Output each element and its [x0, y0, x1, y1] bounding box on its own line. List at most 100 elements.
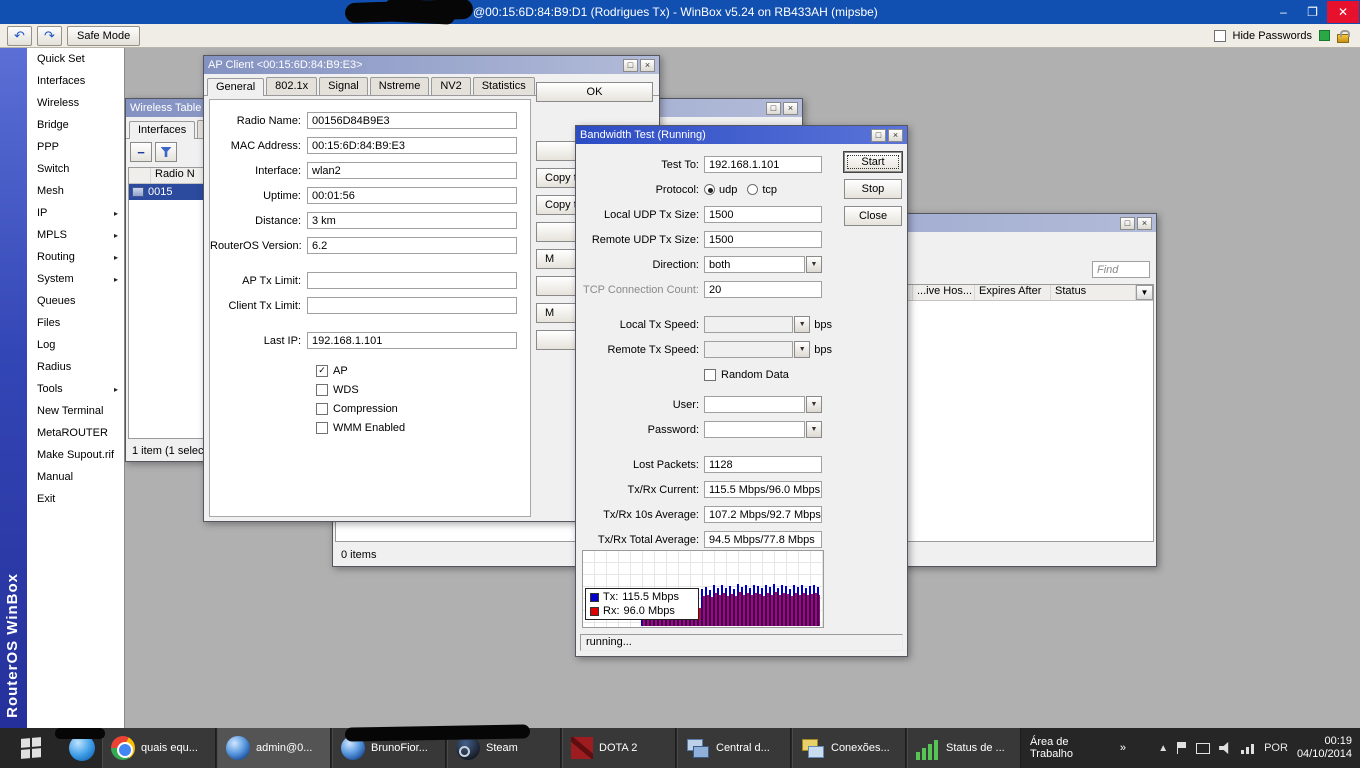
maximize-icon[interactable]: □	[623, 58, 638, 72]
start-button[interactable]	[0, 728, 62, 768]
direction-select[interactable]: both	[704, 256, 805, 273]
client-tx-limit-input[interactable]	[307, 297, 517, 314]
tray-flag-icon[interactable]	[1177, 742, 1188, 754]
ap-client-titlebar[interactable]: AP Client <00:15:6D:84:B9:E3> □ ×	[204, 56, 659, 74]
tray-display-icon[interactable]	[1196, 742, 1211, 754]
column-header-ive-hos[interactable]: ...ive Hos...	[913, 285, 975, 300]
desktop-toolbar[interactable]: Área de Trabalho »	[1022, 728, 1126, 768]
remote-tx-speed-input[interactable]	[704, 341, 794, 358]
chevron-down-icon[interactable]: ▼	[806, 256, 822, 273]
find-input[interactable]	[1092, 261, 1150, 278]
minimize-icon[interactable]: –	[1269, 1, 1298, 23]
sidebar-item-tools[interactable]: Tools ▸	[27, 378, 124, 400]
sidebar-item-ip[interactable]: IP ▸	[27, 202, 124, 224]
sidebar-item-exit[interactable]: Exit	[27, 488, 124, 510]
undo-button[interactable]: ↶	[7, 25, 32, 46]
ok-button[interactable]: OK	[536, 82, 653, 102]
tray-network-icon[interactable]	[1241, 742, 1256, 754]
tab-signal[interactable]: Signal	[319, 77, 368, 95]
random-data-checkbox[interactable]	[704, 368, 716, 381]
taskbar-item-admin-0[interactable]: admin@0...	[217, 728, 331, 768]
filter-button[interactable]	[155, 142, 177, 162]
start-button[interactable]: Start	[844, 152, 902, 172]
local-tx-speed-input[interactable]	[704, 316, 794, 333]
maximize-icon[interactable]: □	[766, 101, 781, 115]
sidebar-item-quick-set[interactable]: Quick Set	[27, 48, 124, 70]
radio-name-input[interactable]: 00156D84B9E3	[307, 112, 517, 129]
sidebar-item-log[interactable]: Log	[27, 334, 124, 356]
close-icon[interactable]: ×	[783, 101, 798, 115]
tcp-radio[interactable]	[747, 184, 759, 195]
taskbar-item-central-d[interactable]: Central d...	[677, 728, 791, 768]
tab-nv2[interactable]: NV2	[431, 77, 471, 95]
sidebar-item-files[interactable]: Files	[27, 312, 124, 334]
routeros-version-input[interactable]: 6.2	[307, 237, 517, 254]
close-icon[interactable]: ×	[1137, 216, 1152, 230]
ap-checkbox[interactable]: ✓	[316, 364, 328, 377]
test-to-input[interactable]: 192.168.1.101	[704, 156, 822, 173]
close-icon[interactable]: ×	[640, 58, 655, 72]
tray-expand-icon[interactable]: ▲	[1158, 743, 1168, 754]
sidebar-item-radius[interactable]: Radius	[27, 356, 124, 378]
hide-passwords-checkbox[interactable]	[1213, 29, 1226, 42]
chevron-down-icon[interactable]: ▼	[806, 396, 822, 413]
last-ip-input[interactable]: 192.168.1.101	[307, 332, 517, 349]
remove-button[interactable]: −	[130, 142, 152, 162]
close-icon[interactable]: ×	[888, 128, 903, 142]
column-header-expires-after[interactable]: Expires After	[975, 285, 1051, 300]
safe-mode-button[interactable]: Safe Mode	[67, 25, 141, 46]
chevron-down-icon[interactable]: ▼	[806, 421, 822, 438]
chevron-down-icon[interactable]: ▼	[794, 316, 811, 333]
stop-button[interactable]: Stop	[844, 179, 902, 199]
sidebar-item-make-supout-rif[interactable]: Make Supout.rif	[27, 444, 124, 466]
udp-radio[interactable]	[704, 184, 715, 195]
sidebar-item-switch[interactable]: Switch	[27, 158, 124, 180]
bandwidth-titlebar[interactable]: Bandwidth Test (Running) □ ×	[576, 126, 907, 144]
language-indicator[interactable]: POR	[1264, 742, 1288, 754]
sidebar-item-new-terminal[interactable]: New Terminal	[27, 400, 124, 422]
user-select[interactable]	[704, 396, 805, 413]
wmm-enabled-checkbox[interactable]	[316, 421, 328, 434]
sidebar-item-mesh[interactable]: Mesh	[27, 180, 124, 202]
tray-clock[interactable]: 00:19 04/10/2014	[1297, 735, 1352, 761]
remote-udp-tx-size-input[interactable]: 1500	[704, 231, 822, 248]
ap-tx-limit-input[interactable]	[307, 272, 517, 289]
tab-interfaces[interactable]: Interfaces	[129, 121, 196, 139]
taskbar-item-status-de[interactable]: Status de ...	[907, 728, 1021, 768]
sidebar-item-metarouter[interactable]: MetaROUTER	[27, 422, 124, 444]
sidebar-item-manual[interactable]: Manual	[27, 466, 124, 488]
main-titlebar[interactable]: @00:15:6D:84:B9:D1 (Rodrigues Tx) - WinB…	[0, 0, 1360, 24]
compression-checkbox[interactable]	[316, 402, 328, 415]
maximize-icon[interactable]: □	[1120, 216, 1135, 230]
taskbar-item-quais-equ[interactable]: quais equ...	[102, 728, 216, 768]
sidebar-item-queues[interactable]: Queues	[27, 290, 124, 312]
sidebar-item-routing[interactable]: Routing ▸	[27, 246, 124, 268]
sidebar-item-mpls[interactable]: MPLS ▸	[27, 224, 124, 246]
close-button[interactable]: Close	[844, 206, 902, 226]
taskbar-item-conex-es[interactable]: Conexões...	[792, 728, 906, 768]
tcp-connection-count-input[interactable]: 20	[704, 281, 822, 298]
uptime-input[interactable]: 00:01:56	[307, 187, 517, 204]
tab-nstreme[interactable]: Nstreme	[369, 77, 430, 95]
column-header-status[interactable]: Status	[1051, 285, 1136, 300]
column-filter-dropdown-icon[interactable]: ▼	[1136, 285, 1153, 300]
sidebar-item-ppp[interactable]: PPP	[27, 136, 124, 158]
maximize-icon[interactable]: ❐	[1298, 1, 1327, 23]
icon-column-header[interactable]	[129, 168, 151, 183]
redo-button[interactable]: ↷	[37, 25, 62, 46]
sidebar-item-interfaces[interactable]: Interfaces	[27, 70, 124, 92]
password-select[interactable]	[704, 421, 805, 438]
sidebar-item-wireless[interactable]: Wireless	[27, 92, 124, 114]
tray-volume-icon[interactable]	[1219, 742, 1229, 754]
taskbar-item-dota-2[interactable]: DOTA 2	[562, 728, 676, 768]
sidebar-item-system[interactable]: System ▸	[27, 268, 124, 290]
local-udp-tx-size-input[interactable]: 1500	[704, 206, 822, 223]
mac-address-input[interactable]: 00:15:6D:84:B9:E3	[307, 137, 517, 154]
sidebar-item-bridge[interactable]: Bridge	[27, 114, 124, 136]
tab-statistics[interactable]: Statistics	[472, 77, 535, 95]
maximize-icon[interactable]: □	[871, 128, 886, 142]
distance-input[interactable]: 3 km	[307, 212, 517, 229]
tab-802-1x[interactable]: 802.1x	[266, 77, 318, 95]
tab-general[interactable]: General	[207, 78, 265, 96]
chevron-down-icon[interactable]: ▼	[794, 341, 811, 358]
